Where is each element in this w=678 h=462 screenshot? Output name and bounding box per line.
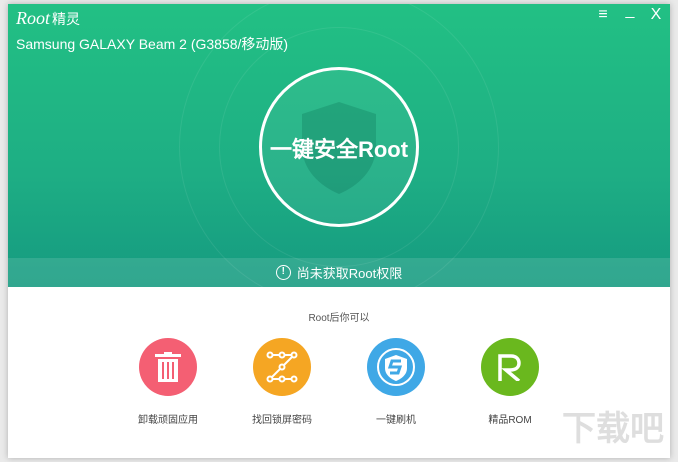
device-name: Samsung GALAXY Beam 2 (G3858/移动版) [16,36,289,52]
feature-label: 卸载顽固应用 [138,415,198,426]
root-status-text: 尚未获取Root权限 [296,266,403,281]
feature-premium-rom[interactable]: 精品ROM [460,338,560,426]
root-status-banner: ! 尚未获取Root权限 [8,258,670,287]
feature-one-click-flash[interactable]: 一键刷机 [346,338,446,426]
app-logo: Root 精灵 [16,8,80,28]
shield-s-icon [367,338,425,396]
minimize-button[interactable]: _ [619,4,641,20]
root-button-label: 一键安全Root [269,137,409,162]
trash-icon [139,338,197,396]
app-window: Root 精灵 Samsung GALAXY Beam 2 (G3858/移动版)… [8,4,670,458]
feature-label: 一键刷机 [376,415,416,426]
pattern-lock-icon [253,338,311,396]
feature-label: 精品ROM [488,415,532,426]
header-panel: Root 精灵 Samsung GALAXY Beam 2 (G3858/移动版)… [8,4,670,287]
features-subtitle: Root后你可以 [308,313,370,324]
feature-label: 找回锁屏密码 [252,415,312,426]
rom-r-icon [481,338,539,396]
menu-button[interactable]: ≡ [592,6,614,24]
close-button[interactable]: X [645,6,667,24]
one-click-root-button[interactable]: 一键安全Root [259,67,419,227]
feature-recover-lock-password[interactable]: 找回锁屏密码 [232,338,332,426]
warning-icon: ! [275,265,291,280]
watermark-logo: 下载吧 [562,410,664,448]
feature-uninstall-apps[interactable]: 卸载顽固应用 [118,338,218,426]
